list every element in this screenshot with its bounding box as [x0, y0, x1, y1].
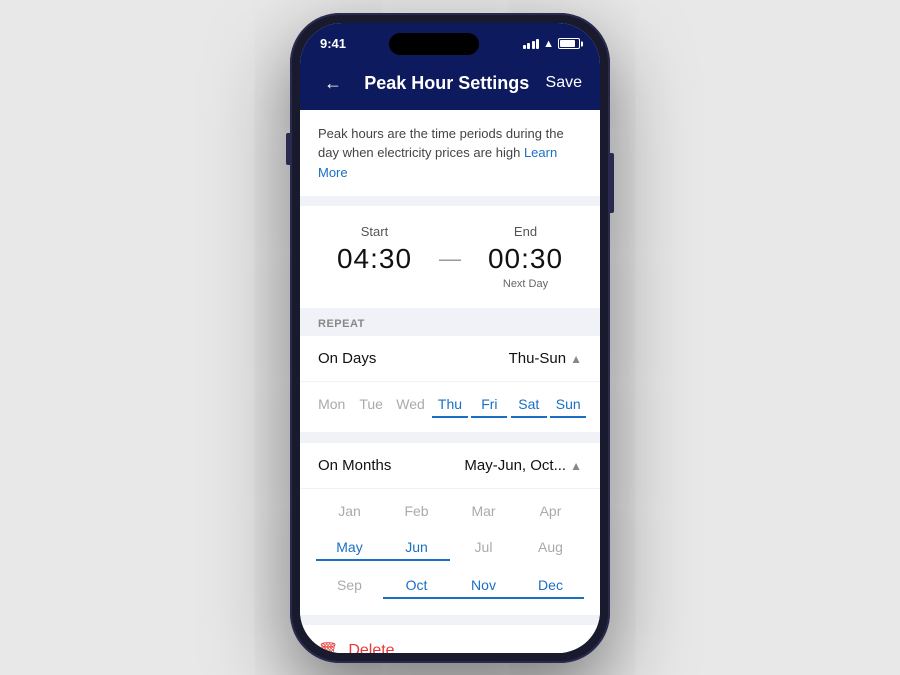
- start-time-block[interactable]: Start 04:30: [320, 224, 429, 275]
- day-tue[interactable]: Tue: [353, 392, 389, 418]
- main-content: Peak hours are the time periods during t…: [300, 110, 600, 653]
- time-row: Start 04:30 — End 00:30 Next Day: [320, 224, 580, 290]
- day-mon[interactable]: Mon: [314, 392, 350, 418]
- status-bar: 9:41 ▲: [300, 23, 600, 61]
- month-feb[interactable]: Feb: [383, 499, 450, 523]
- day-selector: Mon Tue Wed Thu Fri Sat Sun: [300, 382, 600, 433]
- battery-icon: [558, 38, 580, 49]
- month-jan[interactable]: Jan: [316, 499, 383, 523]
- repeat-header: REPEAT: [300, 308, 600, 336]
- day-thu[interactable]: Thu: [432, 392, 468, 418]
- signal-icon: [523, 39, 540, 49]
- end-time-block[interactable]: End 00:30 Next Day: [471, 224, 580, 290]
- month-oct[interactable]: Oct: [383, 573, 450, 599]
- month-sep[interactable]: Sep: [316, 573, 383, 599]
- end-label: End: [514, 224, 537, 239]
- month-jul[interactable]: Jul: [450, 535, 517, 561]
- day-wed[interactable]: Wed: [393, 392, 429, 418]
- phone-frame: 9:41 ▲ ← Peak Hour Settings Save: [290, 13, 610, 663]
- chevron-up-icon: ▲: [570, 352, 582, 366]
- day-sat[interactable]: Sat: [511, 392, 547, 418]
- save-button[interactable]: Save: [546, 74, 582, 92]
- info-section: Peak hours are the time periods during t…: [300, 110, 600, 197]
- on-days-label: On Days: [318, 350, 376, 367]
- month-selector: Jan Feb Mar Apr May Jun Jul Aug Sep Oct …: [300, 489, 600, 615]
- month-dec[interactable]: Dec: [517, 573, 584, 599]
- time-separator: —: [429, 246, 471, 272]
- on-months-row[interactable]: On Months May-Jun, Oct... ▲: [300, 443, 600, 489]
- on-months-label: On Months: [318, 457, 391, 474]
- page-title: Peak Hour Settings: [364, 73, 529, 94]
- on-days-row[interactable]: On Days Thu-Sun ▲: [300, 336, 600, 382]
- start-label: Start: [361, 224, 388, 239]
- chevron-up-icon-months: ▲: [570, 459, 582, 473]
- phone-screen: 9:41 ▲ ← Peak Hour Settings Save: [300, 23, 600, 653]
- on-days-card: On Days Thu-Sun ▲ Mon Tue Wed Thu Fri Sa…: [300, 336, 600, 433]
- status-icons: ▲: [523, 38, 580, 50]
- delete-section[interactable]: 🗑 Delete: [300, 625, 600, 653]
- day-sun[interactable]: Sun: [550, 392, 586, 418]
- end-value: 00:30: [488, 243, 563, 275]
- back-button[interactable]: ←: [318, 71, 348, 96]
- status-time: 9:41: [320, 36, 346, 51]
- month-apr[interactable]: Apr: [517, 499, 584, 523]
- on-months-value: May-Jun, Oct... ▲: [464, 457, 582, 474]
- wifi-icon: ▲: [543, 38, 554, 50]
- month-may[interactable]: May: [316, 535, 383, 561]
- month-aug[interactable]: Aug: [517, 535, 584, 561]
- delete-button[interactable]: Delete: [348, 642, 394, 653]
- time-section: Start 04:30 — End 00:30 Next Day: [300, 206, 600, 308]
- month-nov[interactable]: Nov: [450, 573, 517, 599]
- day-fri[interactable]: Fri: [471, 392, 507, 418]
- end-sub: Next Day: [503, 278, 548, 290]
- month-jun[interactable]: Jun: [383, 535, 450, 561]
- on-months-card: On Months May-Jun, Oct... ▲ Jan Feb Mar …: [300, 443, 600, 615]
- on-days-value: Thu-Sun ▲: [509, 350, 582, 367]
- delete-icon: 🗑: [318, 641, 338, 653]
- nav-bar: ← Peak Hour Settings Save: [300, 61, 600, 110]
- start-value: 04:30: [337, 243, 412, 275]
- month-mar[interactable]: Mar: [450, 499, 517, 523]
- dynamic-island: [389, 33, 479, 55]
